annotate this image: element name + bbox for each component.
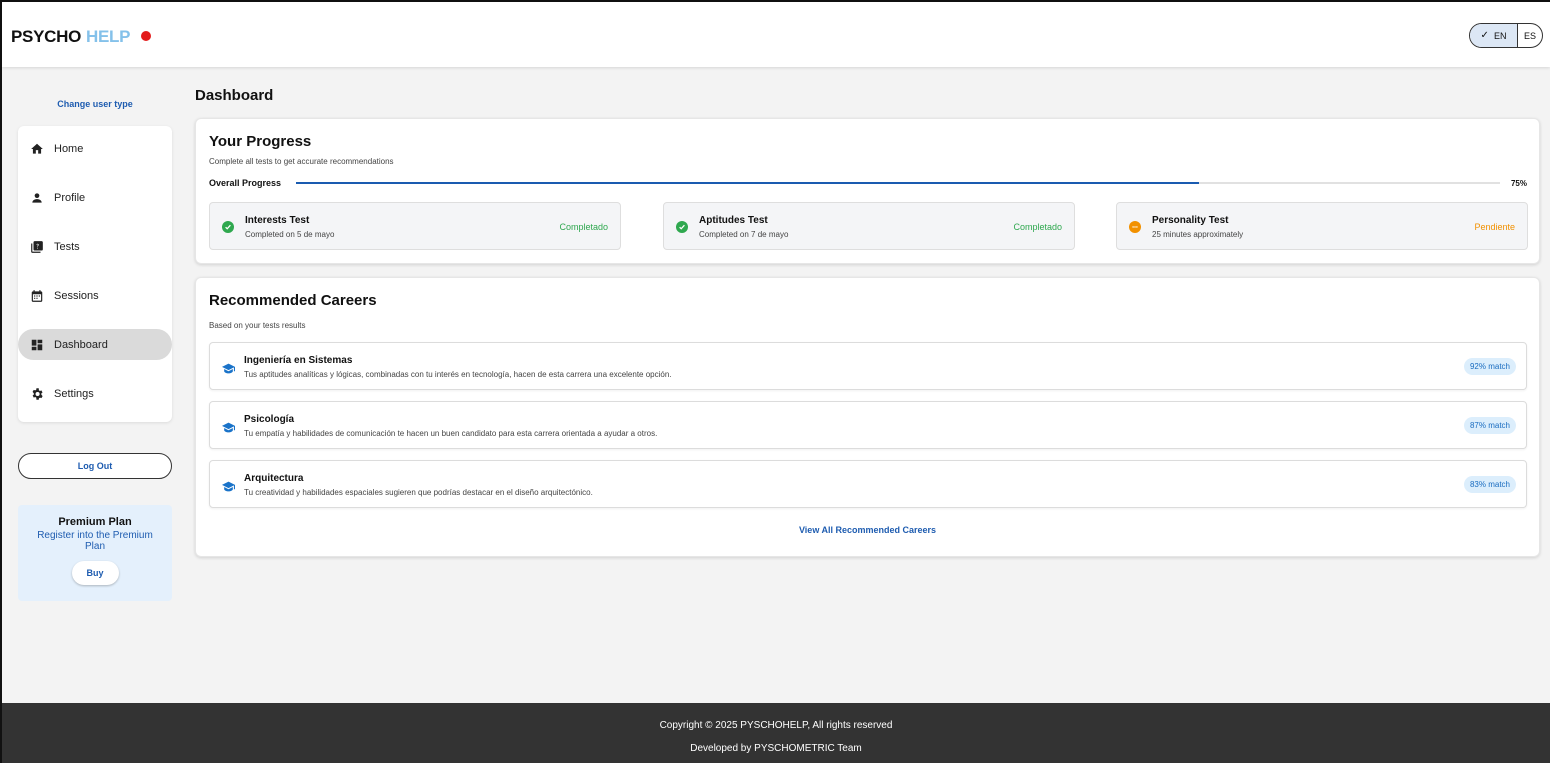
sidebar-item-label: Profile <box>54 191 86 204</box>
test-name: Interests Test <box>245 215 310 226</box>
sidebar-item-dashboard[interactable]: Dashboard <box>18 329 172 360</box>
match-badge: 87% match <box>1463 417 1516 434</box>
progress-card: Your Progress Complete all tests to get … <box>195 118 1540 264</box>
top-header: PSYCHO HELP ✓ EN ES <box>2 2 1550 67</box>
graduation-cap-icon <box>222 361 235 374</box>
check-circle-icon <box>676 221 688 233</box>
test-sub: Completed on 5 de mayo <box>245 230 335 239</box>
test-card-personality[interactable]: Personality Test 25 minutes approximatel… <box>1116 202 1528 250</box>
career-name: Ingeniería en Sistemas <box>244 355 353 366</box>
gear-icon <box>30 387 44 401</box>
language-toggle: ✓ EN ES <box>1469 23 1543 48</box>
test-sub: 25 minutes approximately <box>1152 230 1244 239</box>
sidebar-item-settings[interactable]: Settings <box>18 378 172 409</box>
test-name: Aptitudes Test <box>699 215 768 226</box>
recommended-careers-card: Recommended Careers Based on your tests … <box>195 277 1540 557</box>
premium-plan-text: Register into the Premium Plan <box>37 530 153 552</box>
sidebar-item-tests[interactable]: Tests <box>18 231 172 262</box>
sidebar-item-label: Home <box>54 142 84 155</box>
app-logo[interactable]: PSYCHO HELP <box>11 27 152 47</box>
buy-button[interactable]: Buy <box>71 561 119 585</box>
overall-progress-bar <box>296 182 1500 184</box>
view-all-careers-link[interactable]: View All Recommended Careers <box>196 525 1539 535</box>
progress-subtitle: Complete all tests to get accurate recom… <box>209 157 394 166</box>
career-desc: Tus aptitudes analíticas y lógicas, comb… <box>244 370 672 379</box>
sidebar-item-label: Settings <box>54 387 94 400</box>
home-icon <box>30 142 44 156</box>
sidebar-nav: Home Profile Tests Sessions Dashboard Se… <box>18 126 172 422</box>
progress-title: Your Progress <box>209 133 312 150</box>
check-circle-icon <box>222 221 234 233</box>
career-name: Psicología <box>244 414 295 425</box>
premium-plan-title: Premium Plan <box>58 516 132 528</box>
sidebar-item-home[interactable]: Home <box>18 133 172 164</box>
overall-progress-percent: 75% <box>1510 179 1527 188</box>
overall-progress-fill <box>296 182 1199 184</box>
premium-plan-card: Premium Plan Register into the Premium P… <box>18 505 172 601</box>
logo-text-help: HELP <box>86 27 131 46</box>
careers-title: Recommended Careers <box>209 292 377 309</box>
sidebar-item-sessions[interactable]: Sessions <box>18 280 172 311</box>
career-desc: Tu creatividad y habilidades espaciales … <box>244 488 593 497</box>
test-status: Completado <box>1013 222 1062 232</box>
graduation-cap-icon <box>222 420 235 433</box>
career-item[interactable]: Psicología Tu empatía y habilidades de c… <box>209 401 1527 449</box>
test-card-aptitudes[interactable]: Aptitudes Test Completed on 7 de mayo Co… <box>663 202 1075 250</box>
test-sub: Completed on 7 de mayo <box>699 230 789 239</box>
test-status: Completado <box>559 222 608 232</box>
test-status: Pendiente <box>1474 222 1515 232</box>
sidebar-item-label: Sessions <box>54 289 99 302</box>
footer-credits: Developed by PYSCHOMETRIC Team <box>690 743 862 754</box>
graduation-cap-icon <box>222 479 235 492</box>
person-icon <box>30 191 44 205</box>
calendar-icon <box>30 289 44 303</box>
dashboard-icon <box>30 338 44 352</box>
test-name: Personality Test <box>1152 215 1229 226</box>
lang-en-label: EN <box>1493 30 1507 41</box>
match-badge: 92% match <box>1463 358 1516 375</box>
match-badge: 83% match <box>1463 476 1516 493</box>
lang-en-button[interactable]: ✓ EN <box>1470 24 1518 47</box>
test-card-interests[interactable]: Interests Test Completed on 5 de mayo Co… <box>209 202 621 250</box>
logo-text-psycho: PSYCHO <box>11 27 81 46</box>
career-item[interactable]: Ingeniería en Sistemas Tus aptitudes ana… <box>209 342 1527 390</box>
change-user-type-link[interactable]: Change user type <box>18 99 172 109</box>
career-item[interactable]: Arquitectura Tu creatividad y habilidade… <box>209 460 1527 508</box>
lang-es-label: ES <box>1523 30 1536 41</box>
quiz-icon <box>30 240 44 254</box>
careers-subtitle: Based on your tests results <box>209 321 306 330</box>
overall-progress-label: Overall Progress <box>209 178 282 188</box>
career-desc: Tu empatía y habilidades de comunicación… <box>244 429 658 438</box>
sidebar-item-label: Dashboard <box>54 338 108 351</box>
footer-copyright: Copyright © 2025 PYSCHOHELP, All rights … <box>659 720 893 731</box>
career-name: Arquitectura <box>244 473 304 484</box>
sidebar-item-profile[interactable]: Profile <box>18 182 172 213</box>
footer: Copyright © 2025 PYSCHOHELP, All rights … <box>2 703 1550 763</box>
sidebar-item-label: Tests <box>54 240 80 253</box>
page-title: Dashboard <box>195 87 274 104</box>
pending-icon <box>1129 221 1141 233</box>
lang-es-button[interactable]: ES <box>1518 24 1542 47</box>
logo-dot-icon <box>141 31 152 41</box>
check-icon: ✓ <box>1480 30 1489 41</box>
logout-button[interactable]: Log Out <box>18 453 172 479</box>
